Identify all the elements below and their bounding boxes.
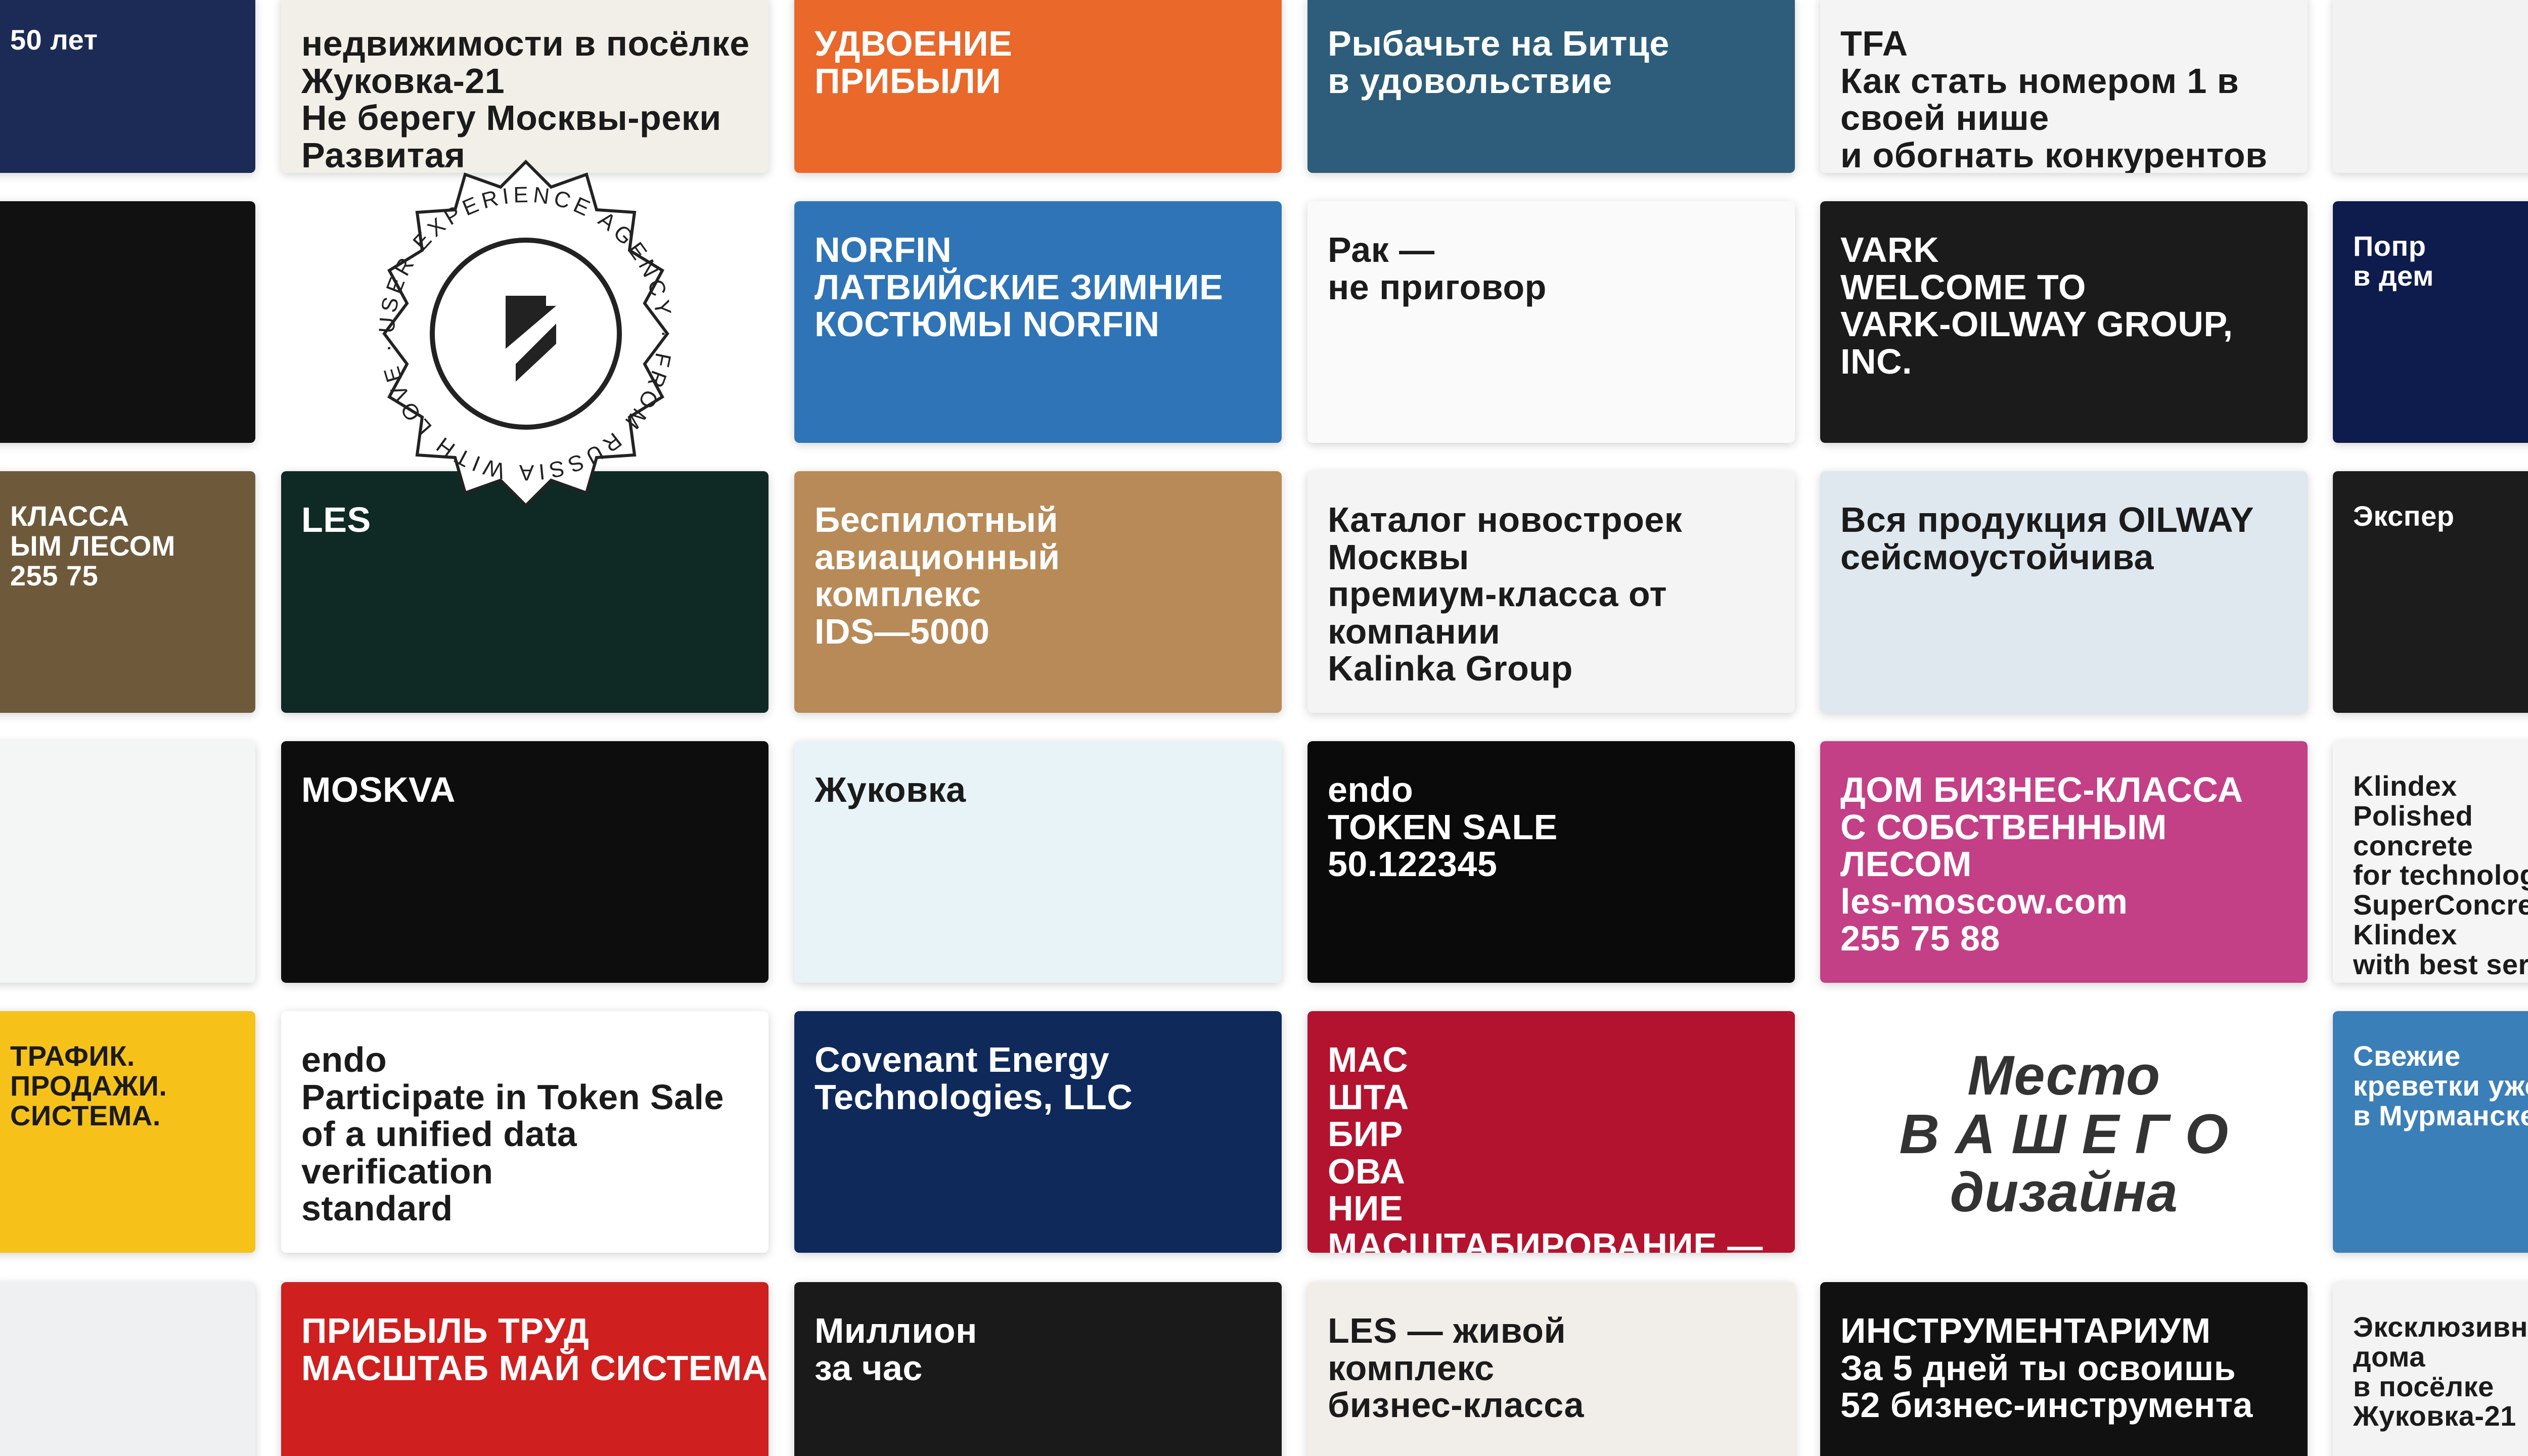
- tile-text: Попр в дем: [2353, 230, 2434, 292]
- tile-text: Вся продукция OILWAY сейсмоустойчива: [1840, 500, 2254, 577]
- portfolio-tile-25[interactable]: ТРАФИК. ПРОДАЖИ. СИСТЕМА.: [0, 1011, 255, 1253]
- tile-text: Эксклюзивные дома в посёлке Жуковка-21: [2353, 1311, 2528, 1432]
- portfolio-tile-6[interactable]: [2333, 0, 2528, 173]
- tile-text: NORFIN ЛАТВИЙСКИЕ ЗИМНИЕ КОСТЮМЫ NORFIN: [815, 230, 1224, 344]
- portfolio-tile-9[interactable]: NORFIN ЛАТВИЙСКИЕ ЗИМНИЕ КОСТЮМЫ NORFIN: [794, 201, 1282, 443]
- portfolio-tile-35[interactable]: ИНСТРУМЕНТАРИУМ За 5 дней ты освоишь 52 …: [1820, 1282, 2308, 1456]
- portfolio-tile-21[interactable]: Жуковка: [794, 741, 1282, 983]
- tile-text: Рыбачьте на Битце в удовольствие: [1328, 24, 1669, 101]
- tile-text: УДВОЕНИЕ ПРИБЫЛИ: [815, 24, 1013, 101]
- tile-text: МАС ШТА БИР ОВА НИЕ МАСШТАБИРОВАНИЕ — СЕ…: [1328, 1040, 1763, 1253]
- portfolio-tile-28[interactable]: МАС ШТА БИР ОВА НИЕ МАСШТАБИРОВАНИЕ — СЕ…: [1307, 1011, 1795, 1253]
- portfolio-tile-32[interactable]: ПРИБЫЛЬ ТРУД МАСШТАБ МАЙ СИСТЕМА: [281, 1282, 769, 1456]
- tile-text: ТРАФИК. ПРОДАЖИ. СИСТЕМА.: [10, 1040, 167, 1131]
- portfolio-grid: 50 лет недвижимости в посёлке Жуковка-21 …: [0, 0, 2528, 1456]
- portfolio-tile-5[interactable]: TFA Как стать номером 1 в своей нише и о…: [1820, 0, 2308, 173]
- tile-text: ИНСТРУМЕНТАРИУМ За 5 дней ты освоишь 52 …: [1840, 1311, 2253, 1425]
- portfolio-tile-12[interactable]: Попр в дем: [2333, 201, 2528, 443]
- portfolio-tile-24[interactable]: Klindex Polished concrete for technology…: [2333, 741, 2528, 983]
- tile-text: КЛАССА ЫМ ЛЕСОМ 255 75: [10, 500, 175, 592]
- portfolio-tile-18[interactable]: Экспер: [2333, 471, 2528, 713]
- tile-text: недвижимости в посёлке Жуковка-21 Не бер…: [301, 24, 750, 173]
- portfolio-tile-20[interactable]: MOSKVA: [281, 741, 769, 983]
- tile-text: MOSKVA: [301, 770, 456, 809]
- portfolio-tile-34[interactable]: LES — живой комплекс бизнес-класса: [1307, 1282, 1795, 1456]
- portfolio-tile-26[interactable]: endo Participate in Token Sale of a unif…: [281, 1011, 769, 1253]
- portfolio-tile-1[interactable]: 50 лет: [0, 0, 255, 173]
- agency-badge: USER EXPERIENCE AGENCY · FROM RUSSIA WIT…: [344, 152, 708, 516]
- portfolio-tile-13[interactable]: КЛАССА ЫМ ЛЕСОМ 255 75: [0, 471, 255, 713]
- tile-text: 50 лет: [10, 24, 98, 56]
- portfolio-tile-11[interactable]: VARK WELCOME TO VARK-OILWAY GROUP, INC.: [1820, 201, 2308, 443]
- portfolio-tile-29[interactable]: Место В А Ш Е Г О дизайна: [1820, 1011, 2308, 1253]
- tile-text: Свежие креветки уже в Мурманске: [2353, 1040, 2528, 1131]
- portfolio-tile-15[interactable]: Беспилотный авиационный комплекс IDS—500…: [794, 471, 1282, 713]
- tile-text: Беспилотный авиационный комплекс IDS—500…: [815, 500, 1060, 651]
- portfolio-tile-31[interactable]: [0, 1282, 255, 1456]
- portfolio-tile-36[interactable]: Эксклюзивные дома в посёлке Жуковка-21: [2333, 1282, 2528, 1456]
- portfolio-tile-33[interactable]: Миллион за час: [794, 1282, 1282, 1456]
- tile-text: TFA Как стать номером 1 в своей нише и о…: [1840, 24, 2268, 173]
- portfolio-tile-2[interactable]: недвижимости в посёлке Жуковка-21 Не бер…: [281, 0, 769, 173]
- portfolio-tile-7[interactable]: [0, 201, 255, 443]
- tile-text: ПРИБЫЛЬ ТРУД МАСШТАБ МАЙ СИСТЕМА: [301, 1311, 768, 1388]
- portfolio-tile-4[interactable]: Рыбачьте на Битце в удовольствие: [1307, 0, 1795, 173]
- portfolio-tile-27[interactable]: Covenant Energy Technologies, LLC: [794, 1011, 1282, 1253]
- tile-text: Миллион за час: [815, 1311, 977, 1388]
- portfolio-tile-17[interactable]: Вся продукция OILWAY сейсмоустойчива: [1820, 471, 2308, 713]
- tile-text: Klindex Polished concrete for technology…: [2353, 770, 2528, 983]
- tile-text: ДОМ БИЗНЕС-КЛАССА С СОБСТВЕННЫМ ЛЕСОМ le…: [1840, 770, 2243, 958]
- portfolio-tile-23[interactable]: ДОМ БИЗНЕС-КЛАССА С СОБСТВЕННЫМ ЛЕСОМ le…: [1820, 741, 2308, 983]
- tile-text: Covenant Energy Technologies, LLC: [815, 1040, 1133, 1117]
- portfolio-tile-16[interactable]: Каталог новостроек Москвы премиум-класса…: [1307, 471, 1795, 713]
- tile-text: endo Participate in Token Sale of a unif…: [301, 1040, 724, 1228]
- portfolio-tile-22[interactable]: endo TOKEN SALE 50.122345: [1307, 741, 1795, 983]
- portfolio-tile-30[interactable]: Свежие креветки уже в Мурманске: [2333, 1011, 2528, 1253]
- tile-text: endo TOKEN SALE 50.122345: [1328, 770, 1558, 884]
- tile-text: VARK WELCOME TO VARK-OILWAY GROUP, INC.: [1840, 230, 2233, 381]
- tile-text: Экспер: [2353, 500, 2455, 532]
- tile-text: Каталог новостроек Москвы премиум-класса…: [1328, 500, 1683, 688]
- tile-text: LES — живой комплекс бизнес-класса: [1328, 1311, 1585, 1425]
- tile-text: Место В А Ш Е Г О дизайна: [1899, 1044, 2229, 1223]
- portfolio-tile-19[interactable]: [0, 741, 255, 983]
- tile-text: Рак — не приговор: [1328, 230, 1547, 307]
- portfolio-tile-10[interactable]: Рак — не приговор: [1307, 201, 1795, 443]
- portfolio-tile-3[interactable]: УДВОЕНИЕ ПРИБЫЛИ: [794, 0, 1282, 173]
- tile-text: Жуковка: [815, 770, 966, 809]
